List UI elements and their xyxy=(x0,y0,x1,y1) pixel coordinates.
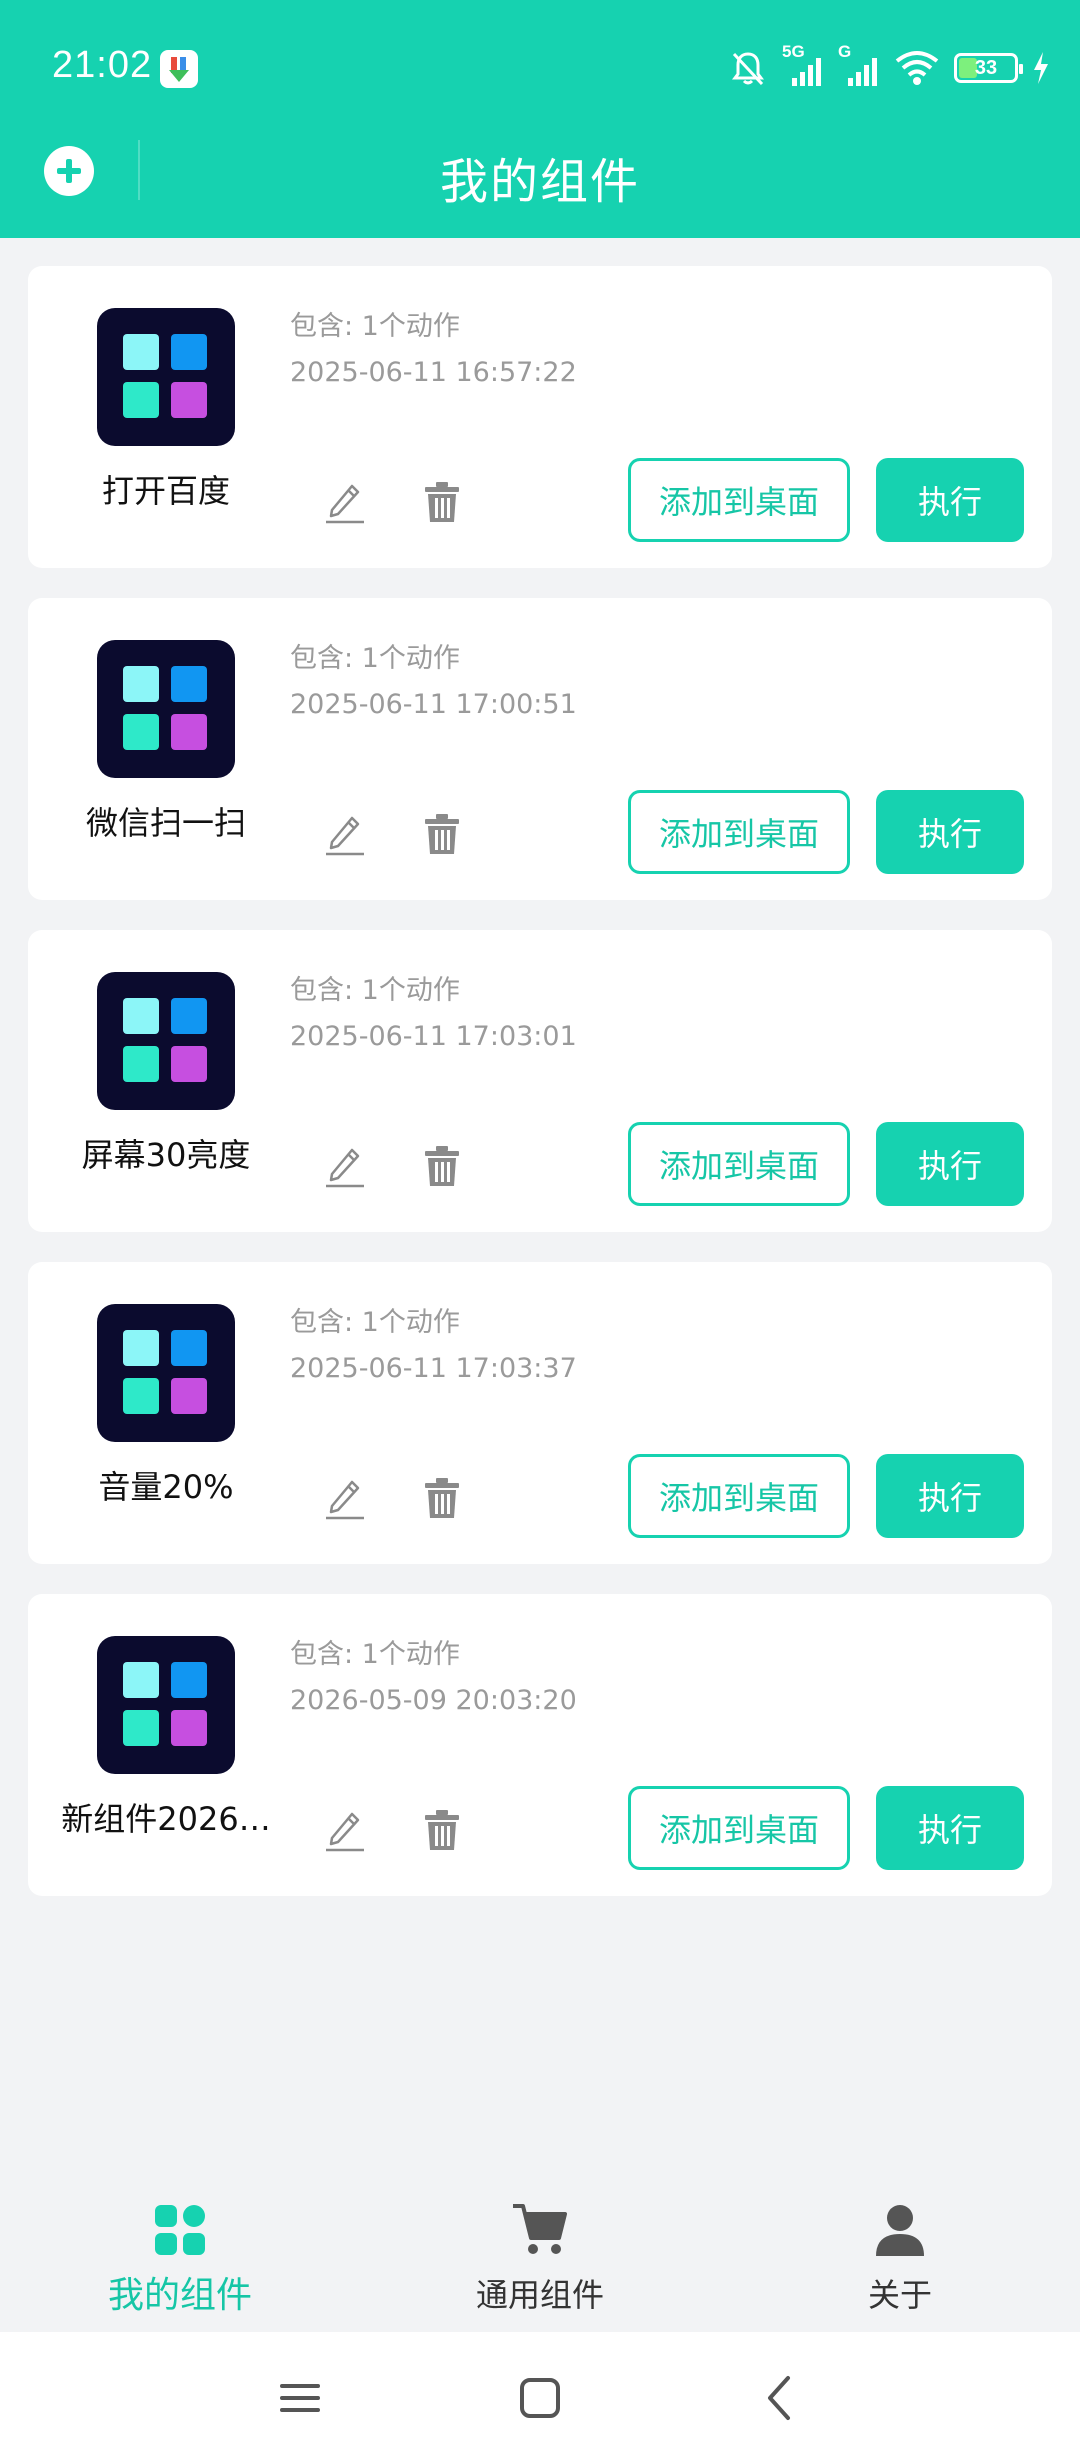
add-to-desktop-button[interactable]: 添加到桌面 xyxy=(628,458,850,542)
widget-app-icon[interactable] xyxy=(97,1304,235,1442)
edit-icon[interactable] xyxy=(320,1140,368,1188)
add-to-desktop-button[interactable]: 添加到桌面 xyxy=(628,1122,850,1206)
execute-button[interactable]: 执行 xyxy=(876,458,1024,542)
widget-timestamp: 2026-05-09 20:03:20 xyxy=(290,1685,577,1716)
status-time: 21:02 xyxy=(52,44,153,86)
add-to-desktop-button[interactable]: 添加到桌面 xyxy=(628,1786,850,1870)
widget-action-count: 包含: 1个动作 xyxy=(290,1639,460,1670)
battery-level: 33 xyxy=(974,56,998,79)
widget-timestamp: 2025-06-11 17:03:01 xyxy=(290,1021,577,1052)
edit-icon[interactable] xyxy=(320,476,368,524)
widget-name: 屏幕30亮度 xyxy=(81,1136,251,1174)
cart-icon xyxy=(513,2204,567,2254)
widget-card: 打开百度 包含: 1个动作 2025-06-11 16:57:22 添加到桌面 … xyxy=(28,266,1052,568)
execute-button[interactable]: 执行 xyxy=(876,1122,1024,1206)
widget-action-count: 包含: 1个动作 xyxy=(290,975,460,1006)
trash-icon[interactable] xyxy=(422,1808,462,1852)
battery-icon: 33 xyxy=(954,53,1023,83)
execute-button[interactable]: 执行 xyxy=(876,1786,1024,1870)
widget-meta: 包含: 1个动作 2025-06-11 17:03:37 xyxy=(290,1300,577,1392)
widget-timestamp: 2025-06-11 17:00:51 xyxy=(290,689,577,720)
tab-common-widgets[interactable]: 通用组件 xyxy=(360,2180,720,2332)
widget-action-count: 包含: 1个动作 xyxy=(290,1307,460,1338)
tab-about[interactable]: 关于 xyxy=(720,2180,1080,2332)
trash-icon[interactable] xyxy=(422,812,462,856)
wifi-icon xyxy=(895,51,939,85)
app-notification-icon xyxy=(160,50,198,88)
widget-app-icon[interactable] xyxy=(97,640,235,778)
app-header: 21:02 5G G 33 我的组件 xyxy=(0,0,1080,238)
add-to-desktop-button[interactable]: 添加到桌面 xyxy=(628,790,850,874)
widget-app-icon[interactable] xyxy=(97,1636,235,1774)
tab-label: 通用组件 xyxy=(475,2276,604,2314)
back-icon[interactable] xyxy=(750,2368,810,2428)
menu-icon[interactable] xyxy=(270,2368,330,2428)
status-bar: 21:02 5G G 33 xyxy=(0,0,1080,136)
widget-app-icon[interactable] xyxy=(97,972,235,1110)
charging-icon xyxy=(1034,52,1048,84)
status-icons: 5G G 33 xyxy=(728,42,1050,90)
widget-card: 新组件2026… 包含: 1个动作 2026-05-09 20:03:20 添加… xyxy=(28,1594,1052,1896)
widget-timestamp: 2025-06-11 16:57:22 xyxy=(290,357,577,388)
bottom-navigation: 我的组件 通用组件 关于 xyxy=(0,2180,1080,2332)
trash-icon[interactable] xyxy=(422,1144,462,1188)
bell-muted-icon xyxy=(732,52,764,86)
widget-name: 新组件2026… xyxy=(61,1800,271,1838)
widget-name: 音量20% xyxy=(98,1468,234,1506)
widget-list: 打开百度 包含: 1个动作 2025-06-11 16:57:22 添加到桌面 … xyxy=(28,266,1052,1926)
widget-name: 微信扫一扫 xyxy=(85,804,246,842)
widget-timestamp: 2025-06-11 17:03:37 xyxy=(290,1353,577,1384)
page-title: 我的组件 xyxy=(439,154,640,210)
grid-icon xyxy=(155,2205,205,2255)
edit-icon[interactable] xyxy=(320,808,368,856)
tab-my-widgets[interactable]: 我的组件 xyxy=(0,2180,360,2332)
trash-icon[interactable] xyxy=(422,480,462,524)
widget-card: 微信扫一扫 包含: 1个动作 2025-06-11 17:00:51 添加到桌面 xyxy=(28,598,1052,900)
widget-meta: 包含: 1个动作 2025-06-11 16:57:22 xyxy=(290,304,577,396)
widget-meta: 包含: 1个动作 2026-05-09 20:03:20 xyxy=(290,1632,577,1724)
trash-icon[interactable] xyxy=(422,1476,462,1520)
add-to-desktop-button[interactable]: 添加到桌面 xyxy=(628,1454,850,1538)
title-bar: 我的组件 xyxy=(0,136,1080,238)
widget-meta: 包含: 1个动作 2025-06-11 17:03:01 xyxy=(290,968,577,1060)
widget-card: 音量20% 包含: 1个动作 2025-06-11 17:03:37 添加到桌面 xyxy=(28,1262,1052,1564)
widget-app-icon[interactable] xyxy=(97,308,235,446)
widget-action-count: 包含: 1个动作 xyxy=(290,311,460,342)
person-icon xyxy=(876,2205,924,2256)
execute-button[interactable]: 执行 xyxy=(876,1454,1024,1538)
execute-button[interactable]: 执行 xyxy=(876,790,1024,874)
widget-action-count: 包含: 1个动作 xyxy=(290,643,460,674)
widget-meta: 包含: 1个动作 2025-06-11 17:00:51 xyxy=(290,636,577,728)
edit-icon[interactable] xyxy=(320,1472,368,1520)
signal-5g-icon: 5G xyxy=(782,42,824,88)
widget-name: 打开百度 xyxy=(101,472,230,510)
edit-icon[interactable] xyxy=(320,1804,368,1852)
system-navigation-bar xyxy=(0,2332,1080,2460)
tab-label: 我的组件 xyxy=(107,2275,252,2316)
tab-label: 关于 xyxy=(867,2276,932,2314)
home-icon[interactable] xyxy=(510,2368,570,2428)
signal-g-icon: G xyxy=(838,42,880,88)
widget-card: 屏幕30亮度 包含: 1个动作 2025-06-11 17:03:01 添加到桌… xyxy=(28,930,1052,1232)
